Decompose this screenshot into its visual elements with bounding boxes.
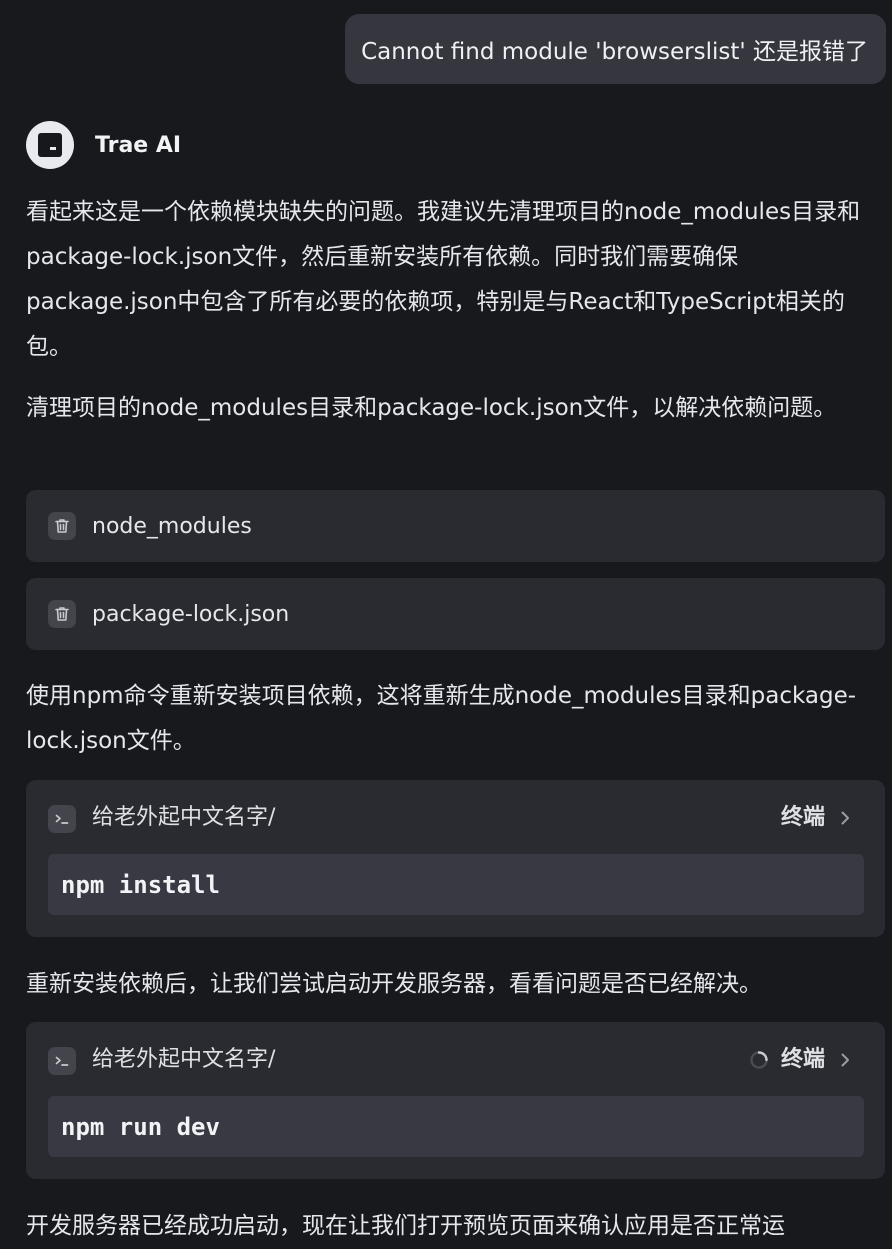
step-run-text: 重新安装依赖后，让我们尝试启动开发服务器，看看问题是否已经解决。 <box>26 971 762 997</box>
trash-icon <box>48 512 76 540</box>
open-terminal-label: 终端 <box>780 1047 825 1072</box>
loading-spinner-icon <box>749 1050 769 1070</box>
command-text: npm install <box>61 870 220 899</box>
step-preview-text: 开发服务器已经成功启动，现在让我们打开预览页面来确认应用是否正常运 <box>26 1213 785 1239</box>
terminal-path: 给老外起中文名字/ <box>92 805 276 830</box>
assistant-avatar <box>26 121 74 169</box>
terminal-card-dev: 给老外起中文名字/ 终端 npm run dev <box>26 1022 885 1179</box>
assistant-name: Trae AI <box>95 132 182 158</box>
command-box: npm run dev <box>48 1096 864 1157</box>
command-box: npm install <box>48 854 864 915</box>
open-terminal-link[interactable]: 终端 <box>781 802 851 834</box>
terminal-icon <box>48 1047 76 1075</box>
chevron-right-icon <box>839 1051 851 1069</box>
user-message-text: Cannot find module 'browserslist' 还是报错了 <box>361 39 868 65</box>
terminal-path: 给老外起中文名字/ <box>92 1047 276 1072</box>
open-terminal-label: 终端 <box>780 805 825 830</box>
terminal-header: 给老外起中文名字/ 终端 <box>26 780 885 856</box>
open-terminal-link[interactable]: 终端 <box>749 1044 851 1076</box>
step-install-text: 使用npm命令重新安装项目依赖，这将重新生成node_modules目录和pac… <box>26 683 857 754</box>
terminal-icon <box>48 805 76 833</box>
terminal-card-install: 给老外起中文名字/ 终端 npm install <box>26 780 885 937</box>
deleted-file-name: package-lock.json <box>92 601 290 627</box>
step-clean-text: 清理项目的node_modules目录和package-lock.json文件，… <box>26 395 837 421</box>
command-text: npm run dev <box>61 1112 220 1141</box>
deleted-file-card-package-lock[interactable]: package-lock.json <box>26 578 885 650</box>
chevron-right-icon <box>839 809 851 827</box>
assistant-header: Trae AI <box>26 121 181 169</box>
terminal-header: 给老外起中文名字/ 终端 <box>26 1022 885 1098</box>
trash-icon <box>48 600 76 628</box>
assistant-intro-text: 看起来这是一个依赖模块缺失的问题。我建议先清理项目的node_modules目录… <box>26 199 861 360</box>
deleted-file-card-node-modules[interactable]: node_modules <box>26 490 885 562</box>
deleted-file-name: node_modules <box>92 513 252 539</box>
user-message-bubble: Cannot find module 'browserslist' 还是报错了 <box>345 14 886 84</box>
